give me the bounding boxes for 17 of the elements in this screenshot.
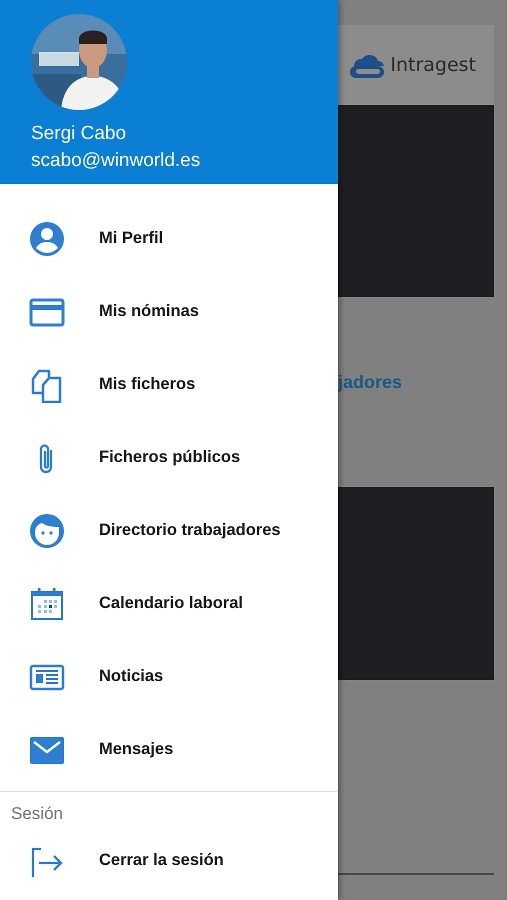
menu-item[interactable]: Mi Perfil — [99, 229, 164, 248]
calendar-icon — [29, 586, 65, 622]
section-title: Sesión — [10, 803, 64, 824]
cloud-logo-icon — [348, 52, 386, 78]
menu-item[interactable]: Mis ficheros — [99, 375, 196, 394]
menu-item[interactable]: Calendario laboral — [99, 594, 243, 613]
menu-item[interactable]: Noticias — [99, 667, 164, 686]
face-icon — [29, 512, 65, 548]
user-name: Sergi Cabo — [31, 122, 128, 146]
menu-item[interactable]: Cerrar la sesión — [99, 851, 224, 870]
menu-item[interactable]: Mensajes — [99, 740, 174, 759]
user-email: scabo@winworld.es — [31, 149, 202, 173]
logo-text: Intragest — [390, 54, 476, 76]
menu-item[interactable]: Ficheros públicos — [99, 448, 240, 467]
user-icon — [29, 220, 65, 256]
menu-item[interactable]: Directorio trabajadores — [99, 521, 281, 540]
menu-item[interactable]: Mis nóminas — [99, 302, 199, 321]
